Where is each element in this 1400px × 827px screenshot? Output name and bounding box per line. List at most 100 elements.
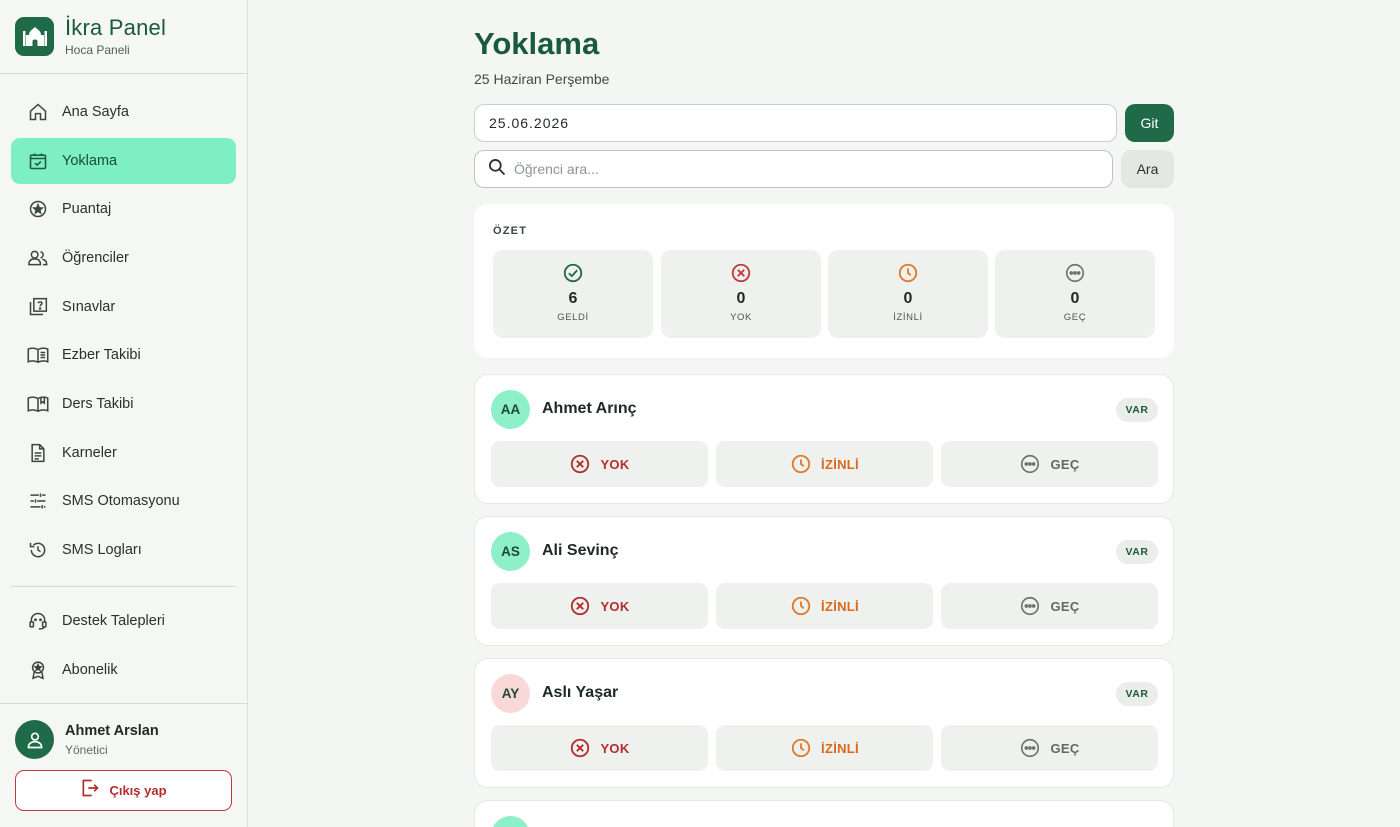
stat-value: 0	[1070, 290, 1080, 307]
more-circle-icon	[1021, 454, 1040, 474]
excused-label: İZİNLİ	[821, 456, 859, 472]
brand-title: İkra Panel	[65, 15, 167, 40]
excused-button[interactable]: İZİNLİ	[716, 583, 933, 629]
absent-label: YOK	[600, 598, 630, 614]
late-label: GEÇ	[1050, 740, 1080, 756]
stat-label: GEÇ	[1063, 312, 1087, 323]
stat-excused: 0 İZİNLİ	[828, 250, 988, 338]
late-button[interactable]: GEÇ	[941, 583, 1158, 629]
sidebar-item-label: Karneler	[62, 445, 117, 461]
x-circle-icon	[571, 738, 590, 758]
clock-icon	[791, 738, 811, 758]
student-name: Ahmet Arınç	[542, 400, 637, 417]
search-input[interactable]	[514, 161, 1074, 177]
logout-label: Çıkış yap	[109, 783, 167, 798]
stat-label: İZİNLİ	[893, 312, 923, 323]
sidebar-item-puantaj[interactable]: Puantaj	[11, 186, 236, 232]
late-button[interactable]: GEÇ	[941, 441, 1158, 487]
sidebar-item-label: Sınavlar	[62, 299, 116, 315]
student-name: Ali Sevinç	[542, 542, 619, 559]
sidebar-item-label: Ezber Takibi	[62, 347, 141, 363]
more-circle-icon	[1065, 263, 1085, 283]
badge-icon	[27, 659, 49, 681]
clock-icon	[791, 596, 811, 616]
stat-late: 0 GEÇ	[995, 250, 1155, 338]
student-avatar: AY	[491, 674, 530, 713]
x-circle-icon	[571, 596, 590, 616]
student-card: AS Ali Sevinç VAR YOK İZİNLİ GEÇ	[474, 516, 1174, 646]
brand-subtitle: Hoca Paneli	[65, 43, 130, 57]
excused-button[interactable]: İZİNLİ	[716, 725, 933, 771]
stat-value: 0	[903, 290, 913, 307]
clock-icon	[791, 454, 811, 474]
stat-present: 6 GELDİ	[493, 250, 653, 338]
search-icon	[487, 157, 507, 182]
summary-card: ÖZET 6 GELDİ 0 YOK 0 İZİNLİ 0 GEÇ	[474, 204, 1174, 358]
page-title: Yoklama	[474, 26, 600, 61]
late-label: GEÇ	[1050, 598, 1080, 614]
page-subtitle: 25 Haziran Perşembe	[474, 71, 610, 87]
more-circle-icon	[1021, 738, 1040, 758]
search-button[interactable]: Ara	[1121, 150, 1174, 188]
excused-button[interactable]: İZİNLİ	[716, 441, 933, 487]
sidebar-item-destek-talepleri[interactable]: Destek Talepleri	[11, 598, 236, 644]
user-avatar-icon	[15, 720, 54, 759]
logout-icon	[80, 778, 100, 803]
late-button[interactable]: GEÇ	[941, 725, 1158, 771]
sidebar: İkra Panel Hoca Paneli Ana Sayfa Yoklama…	[0, 0, 248, 827]
late-label: GEÇ	[1050, 456, 1080, 472]
student-avatar: AA	[491, 390, 530, 429]
status-badge: VAR	[1116, 398, 1158, 422]
sidebar-item-ogrenciler[interactable]: Öğrenciler	[11, 235, 236, 281]
sidebar-item-ezber-takibi[interactable]: Ezber Takibi	[11, 332, 236, 378]
sidebar-divider	[0, 703, 247, 704]
sidebar-item-label: SMS Otomasyonu	[62, 493, 180, 509]
stat-label: YOK	[730, 312, 752, 323]
sidebar-item-label: Puantaj	[62, 201, 112, 217]
sidebar-item-yoklama[interactable]: Yoklama	[11, 138, 236, 184]
sidebar-divider	[11, 586, 236, 587]
sidebar-item-abonelik[interactable]: Abonelik	[11, 647, 236, 693]
logout-button[interactable]: Çıkış yap	[15, 770, 232, 811]
student-avatar: AS	[491, 532, 530, 571]
student-card	[474, 800, 1174, 827]
status-badge: VAR	[1116, 682, 1158, 706]
sidebar-item-karneler[interactable]: Karneler	[11, 430, 236, 476]
users-icon	[27, 247, 49, 269]
user-name: Ahmet Arslan	[65, 722, 159, 739]
summary-title: ÖZET	[493, 225, 528, 237]
date-input[interactable]: 25.06.2026	[474, 104, 1117, 142]
sidebar-item-sinavlar[interactable]: Sınavlar	[11, 284, 236, 330]
sidebar-item-label: Destek Talepleri	[62, 613, 165, 629]
excused-label: İZİNLİ	[821, 740, 859, 756]
absent-button[interactable]: YOK	[491, 725, 708, 771]
calendar-check-icon	[27, 150, 49, 172]
sidebar-item-ana-sayfa[interactable]: Ana Sayfa	[11, 89, 236, 135]
absent-label: YOK	[600, 740, 630, 756]
book-icon	[27, 393, 49, 415]
user-profile[interactable]: Ahmet Arslan Yönetici	[15, 720, 159, 759]
sidebar-item-ders-takibi[interactable]: Ders Takibi	[11, 381, 236, 427]
go-button[interactable]: Git	[1125, 104, 1174, 142]
sidebar-divider	[0, 73, 247, 74]
quiz-icon	[27, 296, 49, 318]
sidebar-item-sms-loglari[interactable]: SMS Logları	[11, 527, 236, 573]
status-badge: VAR	[1116, 540, 1158, 564]
absent-button[interactable]: YOK	[491, 441, 708, 487]
sidebar-item-label: Ders Takibi	[62, 396, 134, 412]
search-box[interactable]	[474, 150, 1113, 188]
user-role: Yönetici	[65, 742, 108, 757]
stat-value: 0	[736, 290, 746, 307]
clock-icon	[898, 263, 918, 283]
sidebar-item-sms-otomasyonu[interactable]: SMS Otomasyonu	[11, 478, 236, 524]
star-circle-icon	[27, 198, 49, 220]
brand[interactable]: İkra Panel Hoca Paneli	[15, 16, 166, 57]
absent-button[interactable]: YOK	[491, 583, 708, 629]
student-card: AY Aslı Yaşar VAR YOK İZİNLİ GEÇ	[474, 658, 1174, 788]
sidebar-item-label: Yoklama	[62, 153, 118, 169]
stat-absent: 0 YOK	[661, 250, 821, 338]
sidebar-item-label: Ana Sayfa	[62, 104, 129, 120]
absent-label: YOK	[600, 456, 630, 472]
student-name: Aslı Yaşar	[542, 684, 619, 701]
check-circle-icon	[563, 263, 583, 283]
